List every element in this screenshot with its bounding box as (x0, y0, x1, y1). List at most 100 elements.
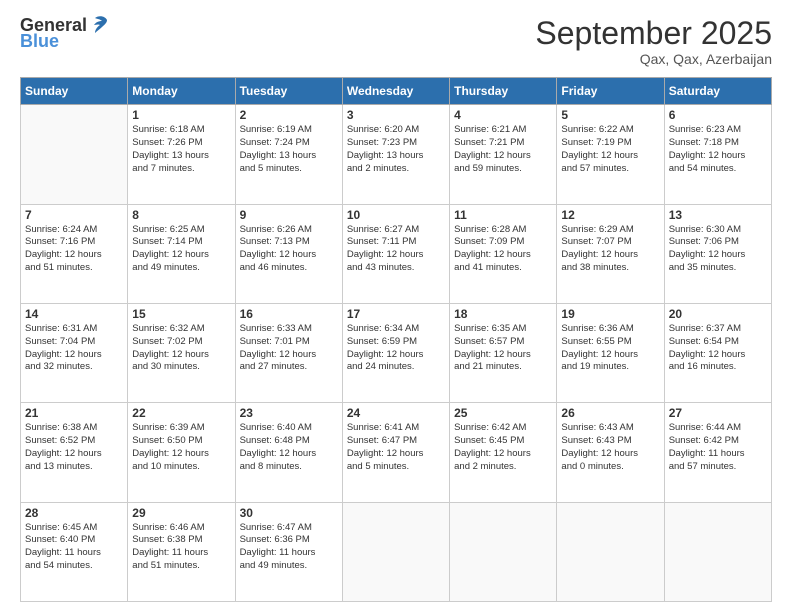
cell-line: Sunrise: 6:26 AM (240, 224, 338, 237)
cell-line: Daylight: 12 hours (347, 249, 445, 262)
cell-line: Sunrise: 6:25 AM (132, 224, 230, 237)
col-wednesday: Wednesday (342, 78, 449, 105)
cell-line: Daylight: 12 hours (454, 349, 552, 362)
cell-line: Sunset: 7:18 PM (669, 137, 767, 150)
month-title: September 2025 (535, 16, 772, 51)
cell-line: Daylight: 12 hours (561, 349, 659, 362)
day-number: 4 (454, 108, 552, 122)
cell-line: Daylight: 12 hours (561, 150, 659, 163)
cell-line: Daylight: 12 hours (561, 249, 659, 262)
cell-line: Sunrise: 6:46 AM (132, 522, 230, 535)
col-monday: Monday (128, 78, 235, 105)
day-number: 10 (347, 208, 445, 222)
day-number: 12 (561, 208, 659, 222)
day-number: 6 (669, 108, 767, 122)
cell-line: and 27 minutes. (240, 361, 338, 374)
table-row: 12Sunrise: 6:29 AMSunset: 7:07 PMDayligh… (557, 204, 664, 303)
cell-line: and 43 minutes. (347, 262, 445, 275)
cell-line: Daylight: 12 hours (561, 448, 659, 461)
day-number: 30 (240, 506, 338, 520)
cell-line: Daylight: 11 hours (25, 547, 123, 560)
cell-line: Sunset: 7:07 PM (561, 236, 659, 249)
day-number: 2 (240, 108, 338, 122)
calendar-header-row: Sunday Monday Tuesday Wednesday Thursday… (21, 78, 772, 105)
table-row: 25Sunrise: 6:42 AMSunset: 6:45 PMDayligh… (450, 403, 557, 502)
cell-line: Sunrise: 6:43 AM (561, 422, 659, 435)
cell-line: Sunrise: 6:38 AM (25, 422, 123, 435)
cell-line: Daylight: 12 hours (132, 249, 230, 262)
table-row: 22Sunrise: 6:39 AMSunset: 6:50 PMDayligh… (128, 403, 235, 502)
cell-line: and 0 minutes. (561, 461, 659, 474)
cell-line: Sunrise: 6:42 AM (454, 422, 552, 435)
cell-line: Sunset: 6:52 PM (25, 435, 123, 448)
day-number: 5 (561, 108, 659, 122)
table-row: 13Sunrise: 6:30 AMSunset: 7:06 PMDayligh… (664, 204, 771, 303)
cell-line: Sunrise: 6:22 AM (561, 124, 659, 137)
cell-line: and 32 minutes. (25, 361, 123, 374)
cell-line: Daylight: 11 hours (240, 547, 338, 560)
cell-line: Daylight: 12 hours (669, 150, 767, 163)
table-row: 15Sunrise: 6:32 AMSunset: 7:02 PMDayligh… (128, 303, 235, 402)
cell-line: Sunset: 6:43 PM (561, 435, 659, 448)
cell-line: Sunset: 7:02 PM (132, 336, 230, 349)
day-number: 26 (561, 406, 659, 420)
cell-line: Sunrise: 6:30 AM (669, 224, 767, 237)
cell-line: Daylight: 12 hours (454, 150, 552, 163)
cell-line: and 16 minutes. (669, 361, 767, 374)
cell-line: Sunset: 7:26 PM (132, 137, 230, 150)
cell-line: Sunset: 6:57 PM (454, 336, 552, 349)
cell-line: Sunset: 7:23 PM (347, 137, 445, 150)
calendar-table: Sunday Monday Tuesday Wednesday Thursday… (20, 77, 772, 602)
cell-line: Sunrise: 6:39 AM (132, 422, 230, 435)
cell-line: Daylight: 12 hours (240, 448, 338, 461)
table-row: 9Sunrise: 6:26 AMSunset: 7:13 PMDaylight… (235, 204, 342, 303)
day-number: 1 (132, 108, 230, 122)
table-row: 20Sunrise: 6:37 AMSunset: 6:54 PMDayligh… (664, 303, 771, 402)
cell-line: Daylight: 12 hours (669, 249, 767, 262)
day-number: 14 (25, 307, 123, 321)
table-row: 1Sunrise: 6:18 AMSunset: 7:26 PMDaylight… (128, 105, 235, 204)
cell-line: Sunset: 7:01 PM (240, 336, 338, 349)
day-number: 15 (132, 307, 230, 321)
cell-line: Sunset: 6:40 PM (25, 534, 123, 547)
calendar-week-row: 14Sunrise: 6:31 AMSunset: 7:04 PMDayligh… (21, 303, 772, 402)
logo-blue: Blue (20, 32, 59, 52)
cell-line: and 5 minutes. (240, 163, 338, 176)
cell-line: and 2 minutes. (347, 163, 445, 176)
cell-line: Sunset: 6:36 PM (240, 534, 338, 547)
cell-line: Daylight: 12 hours (347, 448, 445, 461)
cell-line: and 7 minutes. (132, 163, 230, 176)
table-row: 16Sunrise: 6:33 AMSunset: 7:01 PMDayligh… (235, 303, 342, 402)
day-number: 24 (347, 406, 445, 420)
cell-line: Sunset: 6:45 PM (454, 435, 552, 448)
table-row: 18Sunrise: 6:35 AMSunset: 6:57 PMDayligh… (450, 303, 557, 402)
cell-line: Sunset: 6:55 PM (561, 336, 659, 349)
table-row: 28Sunrise: 6:45 AMSunset: 6:40 PMDayligh… (21, 502, 128, 601)
cell-line: Sunrise: 6:37 AM (669, 323, 767, 336)
cell-line: and 57 minutes. (561, 163, 659, 176)
calendar-week-row: 1Sunrise: 6:18 AMSunset: 7:26 PMDaylight… (21, 105, 772, 204)
day-number: 16 (240, 307, 338, 321)
table-row (557, 502, 664, 601)
cell-line: Sunset: 6:47 PM (347, 435, 445, 448)
cell-line: and 46 minutes. (240, 262, 338, 275)
table-row: 30Sunrise: 6:47 AMSunset: 6:36 PMDayligh… (235, 502, 342, 601)
cell-line: Daylight: 12 hours (240, 349, 338, 362)
cell-line: Sunrise: 6:44 AM (669, 422, 767, 435)
day-number: 8 (132, 208, 230, 222)
day-number: 17 (347, 307, 445, 321)
cell-line: Daylight: 11 hours (669, 448, 767, 461)
cell-line: Sunrise: 6:23 AM (669, 124, 767, 137)
col-tuesday: Tuesday (235, 78, 342, 105)
cell-line: Sunset: 6:59 PM (347, 336, 445, 349)
cell-line: and 8 minutes. (240, 461, 338, 474)
cell-line: and 57 minutes. (669, 461, 767, 474)
cell-line: Sunrise: 6:36 AM (561, 323, 659, 336)
cell-line: Daylight: 13 hours (132, 150, 230, 163)
table-row: 26 Sunrise: 6:43 AMSunset: 6:43 PMDayligh… (557, 403, 664, 502)
cell-line: and 2 minutes. (454, 461, 552, 474)
day-number: 7 (25, 208, 123, 222)
cell-line: and 54 minutes. (25, 560, 123, 573)
table-row: 14Sunrise: 6:31 AMSunset: 7:04 PMDayligh… (21, 303, 128, 402)
cell-line: Sunrise: 6:41 AM (347, 422, 445, 435)
